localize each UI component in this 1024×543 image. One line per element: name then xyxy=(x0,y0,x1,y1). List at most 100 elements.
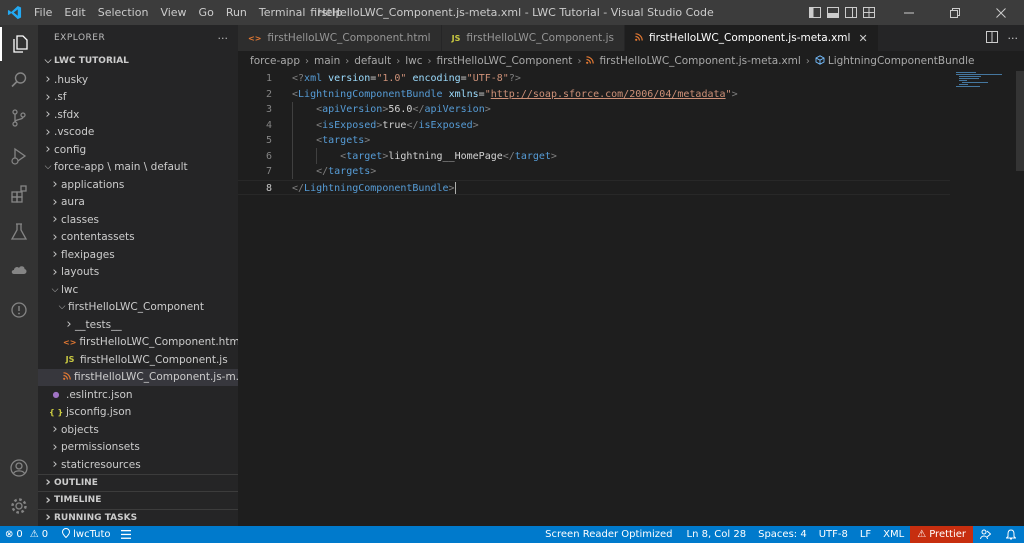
vertical-scrollbar[interactable] xyxy=(1016,71,1024,171)
tree-folder[interactable]: ⌵ firstHelloLWC_Component xyxy=(38,299,238,317)
tab-2[interactable]: JS firstHelloLWC_Component.js xyxy=(441,25,626,51)
section-timeline[interactable]: › TIMELINE xyxy=(38,491,238,509)
tab-3[interactable]: firstHelloLWC_Component.js-meta.xml ✕ xyxy=(625,25,879,51)
menu-file[interactable]: File xyxy=(28,0,58,25)
menu-run[interactable]: Run xyxy=(220,0,253,25)
warning-icon: ⚠ xyxy=(29,529,39,540)
minimap[interactable] xyxy=(954,71,1024,526)
breadcrumb-item[interactable]: firstHelloLWC_Component xyxy=(436,55,572,67)
more-editor-actions-icon[interactable]: ··· xyxy=(1008,32,1019,45)
code-editor[interactable]: 1 <?xml version="1.0" encoding="UTF-8"?> 2… xyxy=(238,71,1024,526)
tree-item-label: .sfdx xyxy=(54,108,80,121)
menu-view[interactable]: View xyxy=(154,0,192,25)
tab-label: firstHelloLWC_Component.html xyxy=(267,32,431,44)
code-line[interactable]: 7 </targets> xyxy=(238,164,950,180)
encoding-status[interactable]: UTF-8 xyxy=(813,526,854,543)
close-window-icon[interactable] xyxy=(978,0,1024,25)
tree-folder[interactable]: › .sfdx xyxy=(38,106,238,124)
accounts-icon[interactable] xyxy=(0,451,38,485)
close-tab-icon[interactable]: ✕ xyxy=(858,32,867,45)
tree-file[interactable]: { } jsconfig.json xyxy=(38,404,238,422)
html-file-icon: <> xyxy=(248,33,262,43)
tree-item-label: applications xyxy=(61,178,125,191)
breadcrumb-item[interactable]: LightningComponentBundle xyxy=(828,55,975,67)
tree-folder[interactable]: › applications xyxy=(38,176,238,194)
project-status[interactable]: lwcTuto xyxy=(57,526,115,543)
breadcrumb-item[interactable]: main xyxy=(314,55,340,67)
menu-terminal[interactable]: Terminal xyxy=(253,0,312,25)
tree-folder[interactable]: › flexipages xyxy=(38,246,238,264)
menu-edit[interactable]: Edit xyxy=(58,0,91,25)
salesforce-icon[interactable] xyxy=(0,253,38,287)
tree-folder[interactable]: › contentassets xyxy=(38,229,238,247)
more-actions-icon[interactable]: ··· xyxy=(218,32,229,45)
breadcrumb-item[interactable]: default xyxy=(354,55,391,67)
source-control-icon[interactable] xyxy=(0,101,38,135)
tree-file[interactable]: ● .eslintrc.json xyxy=(38,386,238,404)
tree-file[interactable]: JS firstHelloLWC_Component.js xyxy=(38,351,238,369)
cursor-position[interactable]: Ln 8, Col 28 xyxy=(681,526,753,543)
menu-selection[interactable]: Selection xyxy=(92,0,155,25)
tab-label: firstHelloLWC_Component.js xyxy=(466,32,615,44)
problems-icon[interactable] xyxy=(0,293,38,327)
tree-folder[interactable]: › staticresources xyxy=(38,456,238,474)
tree-folder[interactable]: › config xyxy=(38,141,238,159)
tree-folder[interactable]: › __tests__ xyxy=(38,316,238,334)
tree-folder[interactable]: › layouts xyxy=(38,264,238,282)
tree-folder[interactable]: › classes xyxy=(38,211,238,229)
tree-folder[interactable]: › permissionsets xyxy=(38,439,238,457)
tab-1[interactable]: <> firstHelloLWC_Component.html xyxy=(238,25,442,51)
tree-file[interactable]: firstHelloLWC_Component.js-m... xyxy=(38,368,238,386)
chevron-right-icon: › xyxy=(45,492,51,508)
indentation-status[interactable]: Spaces: 4 xyxy=(752,526,813,543)
code-line[interactable]: 4 <isExposed>true</isExposed> xyxy=(238,118,950,134)
explorer-icon[interactable] xyxy=(0,27,38,61)
menu-go[interactable]: Go xyxy=(193,0,220,25)
toggle-sidebar-icon[interactable] xyxy=(806,0,824,25)
toggle-panel-icon[interactable] xyxy=(824,0,842,25)
tree-folder[interactable]: › aura xyxy=(38,194,238,212)
minimize-icon[interactable] xyxy=(886,0,932,25)
problems-status[interactable]: ⊗ 0 ⚠ 0 xyxy=(0,526,53,543)
code-line[interactable]: 2 <LightningComponentBundle xmlns="http:/… xyxy=(238,87,950,103)
tree-file[interactable]: <> firstHelloLWC_Component.html xyxy=(38,334,238,352)
line-number: 5 xyxy=(265,135,272,146)
tree-folder[interactable]: › .vscode xyxy=(38,124,238,142)
code-line[interactable]: 1 <?xml version="1.0" encoding="UTF-8"?> xyxy=(238,71,950,87)
code-line[interactable]: 8 </LightningComponentBundle> xyxy=(238,179,950,195)
extensions-icon[interactable] xyxy=(0,177,38,211)
code-line[interactable]: 3 <apiVersion>56.0</apiVersion> xyxy=(238,102,950,118)
code-line[interactable]: 6 <target>lightning__HomePage</target> xyxy=(238,149,950,165)
workspace-root[interactable]: ⌵ LWC TUTORIAL xyxy=(38,51,238,71)
live-share-icon[interactable] xyxy=(973,526,998,543)
language-mode[interactable]: XML xyxy=(877,526,910,543)
prettier-status[interactable]: ⚠ Prettier xyxy=(910,526,973,543)
toggle-secondary-sidebar-icon[interactable] xyxy=(842,0,860,25)
split-editor-icon[interactable] xyxy=(985,30,998,46)
code-line[interactable]: 5 <targets> xyxy=(238,133,950,149)
tree-folder[interactable]: ⌵ lwc xyxy=(38,281,238,299)
breadcrumb-item[interactable]: firstHelloLWC_Component.js-meta.xml xyxy=(599,55,800,67)
notifications-bell-icon[interactable] xyxy=(998,526,1024,543)
testing-icon[interactable] xyxy=(0,215,38,249)
tree-folder[interactable]: › objects xyxy=(38,421,238,439)
customize-layout-icon[interactable] xyxy=(860,0,878,25)
run-debug-icon[interactable] xyxy=(0,139,38,173)
eol-status[interactable]: LF xyxy=(854,526,877,543)
menu-help[interactable]: Help xyxy=(311,0,348,25)
screen-reader-status[interactable]: Screen Reader Optimized xyxy=(537,526,680,543)
restore-icon[interactable] xyxy=(932,0,978,25)
section-outline[interactable]: › OUTLINE xyxy=(38,473,238,492)
tree-folder[interactable]: › .husky xyxy=(38,71,238,89)
search-icon[interactable] xyxy=(0,63,38,97)
tree-folder[interactable]: ⌵ force-app \ main \ default xyxy=(38,159,238,177)
section-running-tasks[interactable]: › RUNNING TASKS xyxy=(38,508,238,527)
breadcrumb-item[interactable]: force-app xyxy=(250,55,300,67)
task-list-icon[interactable] xyxy=(116,526,136,543)
tree-folder[interactable]: › .sf xyxy=(38,89,238,107)
js-file-icon: JS xyxy=(451,33,461,43)
code-token: xml xyxy=(304,73,323,84)
breadcrumb-item[interactable]: lwc xyxy=(405,55,422,67)
code-text: </targets> xyxy=(292,164,376,180)
settings-gear-icon[interactable] xyxy=(0,489,38,523)
